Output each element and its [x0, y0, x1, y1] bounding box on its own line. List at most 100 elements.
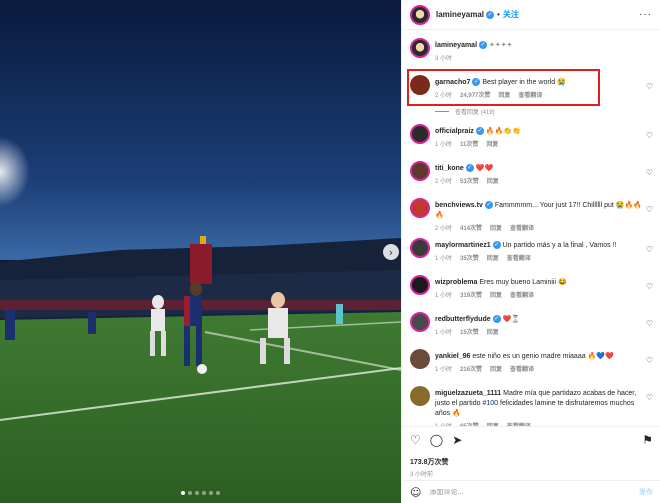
- follow-button[interactable]: 关注: [503, 9, 519, 20]
- commenter-avatar[interactable]: [410, 198, 430, 218]
- commenter-avatar[interactable]: [410, 386, 430, 406]
- post-side-panel: lamineyamal ✓ • 关注 ··· lamineyamal ✓ ✦✦✦✦…: [401, 0, 660, 503]
- reply-button[interactable]: 回复: [486, 139, 498, 148]
- translate-button[interactable]: 查看翻译: [518, 90, 542, 99]
- translate-button[interactable]: 查看翻译: [510, 364, 534, 373]
- heart-icon[interactable]: ♡: [646, 168, 653, 177]
- verified-badge-icon: ✓: [492, 241, 501, 250]
- comment-item: redbutterflydude ✓ ❤️⏳ 1 小时 15次赞 回复 ♡: [402, 310, 660, 343]
- heart-icon[interactable]: ♡: [646, 356, 653, 365]
- translate-button[interactable]: 查看翻译: [510, 290, 534, 299]
- divider: [435, 111, 449, 112]
- comment-text: Best player in the world 😭: [482, 79, 566, 86]
- comment-username[interactable]: officialpraiz: [435, 128, 474, 135]
- comment-likes[interactable]: 216次赞: [460, 364, 482, 373]
- comment-text: ❤️⏳: [502, 316, 521, 323]
- hashtag-link[interactable]: #100: [482, 400, 498, 407]
- verified-badge-icon: ✓: [475, 127, 484, 136]
- comment-text: Un partido más y a la final , Vamos !!: [502, 242, 617, 249]
- comment-input[interactable]: [429, 488, 639, 496]
- bookmark-icon[interactable]: ⚑: [642, 433, 653, 447]
- heart-icon[interactable]: ♡: [646, 393, 653, 402]
- comment-list: lamineyamal ✓ ✦✦✦✦ 3 小时 garnacho7 ✓ Best p…: [402, 36, 660, 434]
- comment-item: officialpraiz ✓ 🔥🔥👏👏 1 小时 11次赞 回复 ♡: [402, 122, 660, 155]
- heart-icon[interactable]: ♡: [646, 245, 653, 254]
- heart-icon[interactable]: ♡: [646, 319, 653, 328]
- carousel-dot[interactable]: [195, 491, 199, 495]
- heart-icon[interactable]: ♡: [646, 82, 653, 91]
- comment-likes[interactable]: 15次赞: [460, 327, 479, 336]
- commenter-avatar[interactable]: [410, 238, 430, 258]
- reply-button[interactable]: 回复: [490, 223, 502, 232]
- reply-button[interactable]: 回复: [487, 253, 499, 262]
- comment-item: titi_kone ✓ ❤️❤️ 2 小时 53次赞 回复 ♡: [402, 159, 660, 192]
- reply-button[interactable]: 回复: [490, 290, 502, 299]
- carousel-dot[interactable]: [202, 491, 206, 495]
- comment-item: wizproblema Eres muy bueno Laminiii 😂 1 …: [402, 273, 660, 306]
- author-username[interactable]: lamineyamal: [436, 10, 484, 19]
- caption: lamineyamal ✓ ✦✦✦✦ 3 小时: [402, 36, 660, 69]
- comment-username[interactable]: titi_kone: [435, 165, 464, 172]
- reply-button[interactable]: 回复: [487, 176, 499, 185]
- reply-button[interactable]: 回复: [498, 90, 510, 99]
- header-separator: •: [497, 10, 500, 19]
- share-icon[interactable]: ➤: [452, 433, 462, 447]
- commenter-avatar[interactable]: [410, 312, 430, 332]
- commenter-avatar[interactable]: [410, 349, 430, 369]
- comment-item: maylormartinez1 ✓ Un partido más y a la f…: [402, 236, 660, 269]
- view-replies[interactable]: 查看回复 (419): [402, 107, 660, 116]
- caption-username[interactable]: lamineyamal: [435, 42, 477, 49]
- comment-likes[interactable]: 53次赞: [460, 176, 479, 185]
- comment-likes[interactable]: 24,977次赞: [460, 90, 490, 99]
- commenter-avatar[interactable]: [410, 161, 430, 181]
- chevron-right-icon[interactable]: ›: [383, 244, 399, 260]
- comment-username[interactable]: miguelzazueta_1111: [435, 390, 501, 397]
- commenter-avatar[interactable]: [410, 275, 430, 295]
- translate-button[interactable]: 查看翻译: [507, 253, 531, 262]
- comment-username[interactable]: benchviews.tv: [435, 202, 483, 209]
- comment-username[interactable]: yankiel_96: [435, 353, 470, 360]
- comment-username[interactable]: wizproblema: [435, 279, 477, 286]
- reply-button[interactable]: 回复: [487, 327, 499, 336]
- verified-badge-icon: ✓: [472, 78, 481, 87]
- verified-badge-icon: ✓: [465, 164, 474, 173]
- translate-button[interactable]: 查看翻译: [510, 223, 534, 232]
- comment-username[interactable]: garnacho7: [435, 79, 470, 86]
- reply-button[interactable]: 回复: [490, 364, 502, 373]
- comment-likes[interactable]: 319次赞: [460, 290, 482, 299]
- comment-text: ❤️❤️: [475, 165, 494, 172]
- post-comment-button[interactable]: 发布: [639, 487, 653, 497]
- heart-icon[interactable]: ♡: [646, 131, 653, 140]
- carousel-dot[interactable]: [209, 491, 213, 495]
- carousel-dot[interactable]: [216, 491, 220, 495]
- caption-text: ✦✦✦✦: [488, 42, 513, 49]
- heart-icon[interactable]: ♡: [646, 205, 653, 214]
- comment-icon[interactable]: ◯: [430, 433, 443, 447]
- verified-badge-icon: ✓: [486, 10, 495, 19]
- verified-badge-icon: ✓: [479, 41, 488, 50]
- post-actions: ♡ ◯ ➤ ⚑ 173.8万次赞 3 小时前: [402, 426, 660, 478]
- post-header: lamineyamal ✓ • 关注 ···: [402, 0, 660, 30]
- view-replies-label[interactable]: 查看回复 (419): [455, 107, 495, 116]
- comment-likes[interactable]: 35次赞: [460, 253, 479, 262]
- comment-item: yankiel_96 este niño es un genio madre m…: [402, 347, 660, 380]
- author-avatar[interactable]: [410, 4, 430, 25]
- carousel-dot[interactable]: [181, 491, 185, 495]
- comment-likes[interactable]: 11次赞: [460, 139, 478, 148]
- post-likes[interactable]: 173.8万次赞: [410, 457, 653, 467]
- heart-icon[interactable]: ♡: [646, 282, 653, 291]
- carousel-dot[interactable]: [188, 491, 192, 495]
- commenter-avatar[interactable]: [410, 124, 430, 144]
- comment-time: 2 小时: [435, 179, 453, 185]
- more-options-icon[interactable]: ···: [639, 9, 652, 20]
- author-avatar[interactable]: [410, 38, 430, 58]
- carousel-dots: [0, 491, 401, 495]
- commenter-avatar[interactable]: [410, 75, 430, 95]
- heart-icon[interactable]: ♡: [410, 433, 421, 447]
- post-photo[interactable]: ›: [0, 0, 401, 503]
- comment-username[interactable]: maylormartinez1: [435, 242, 491, 249]
- comment-username[interactable]: redbutterflydude: [435, 316, 491, 323]
- comment-time: 1 小时: [435, 330, 453, 336]
- emoji-icon[interactable]: ☺: [410, 486, 421, 499]
- comment-likes[interactable]: 414次赞: [460, 223, 482, 232]
